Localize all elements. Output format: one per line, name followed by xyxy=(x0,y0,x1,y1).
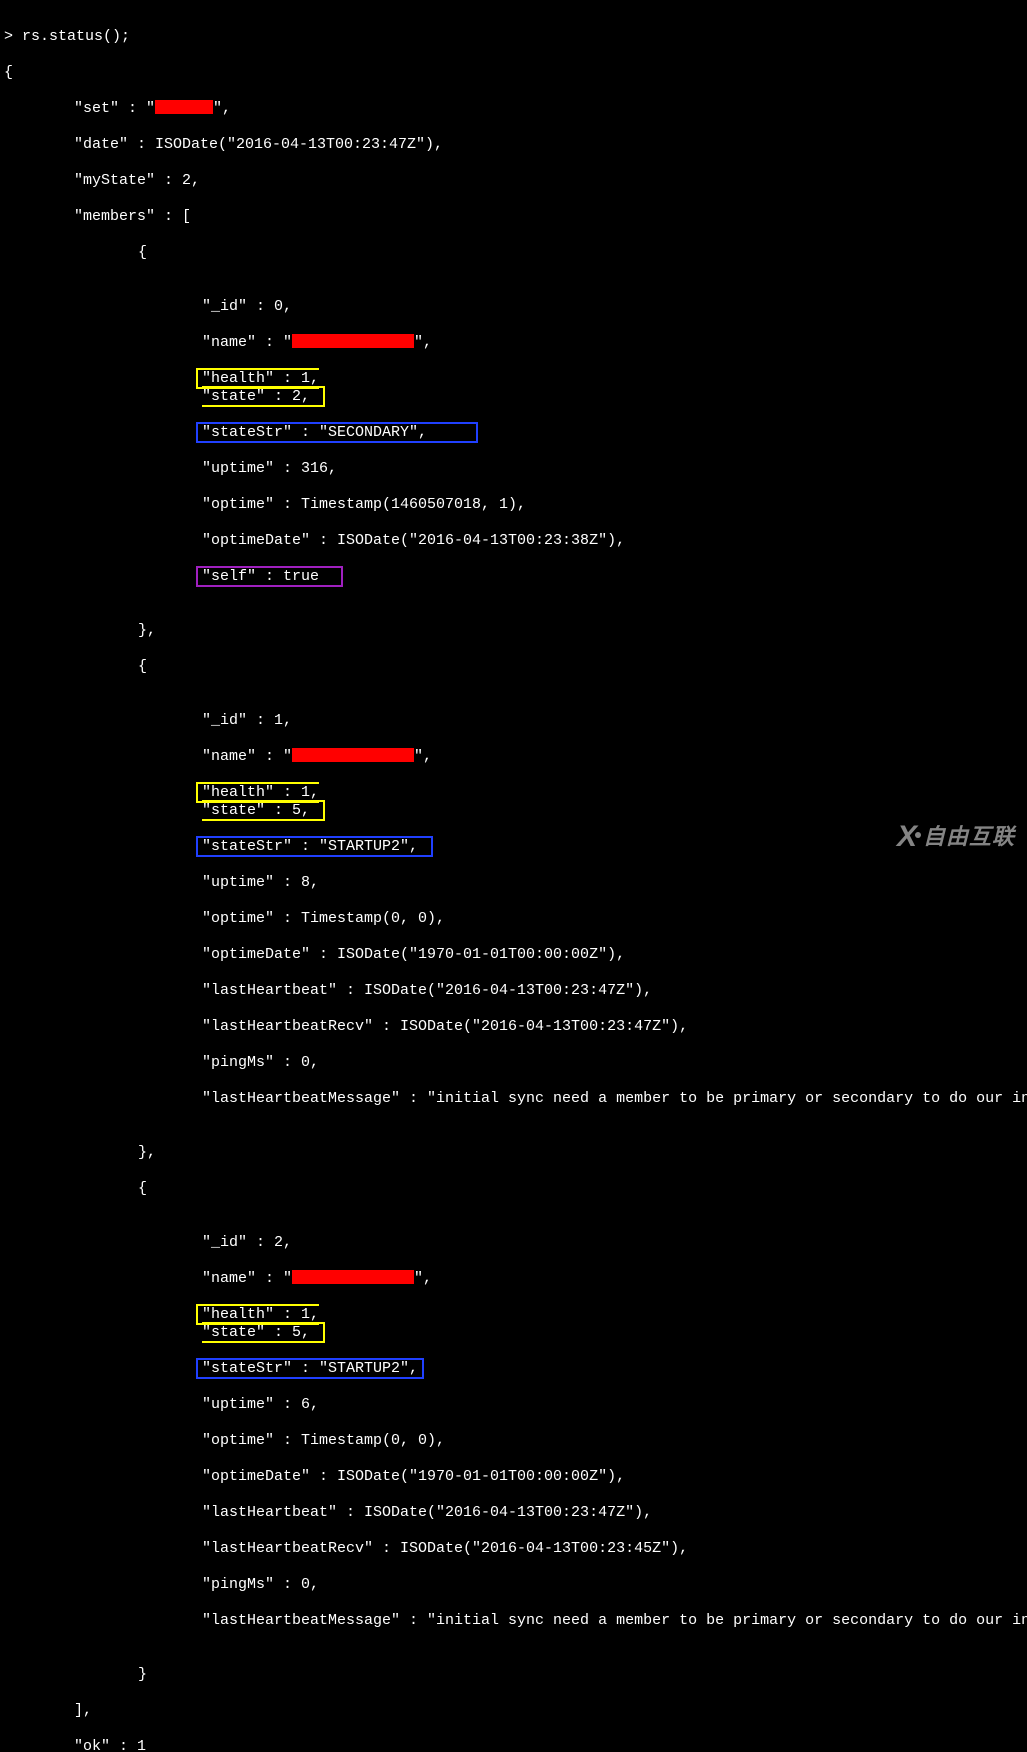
members-open: "members" : [ xyxy=(4,208,1023,226)
m0-optimedate: "optimeDate" : ISODate("2016-04-13T00:23… xyxy=(4,532,1023,550)
highlight-yellow: "health" : 1, "state" : 5, xyxy=(196,1304,325,1343)
m0-id: "_id" : 0, xyxy=(4,298,1023,316)
array-close: ], xyxy=(4,1702,1023,1720)
m2-id: "_id" : 2, xyxy=(4,1234,1023,1252)
highlight-yellow: "health" : 1, "state" : 2, xyxy=(196,368,325,407)
highlight-blue: "stateStr" : "STARTUP2", xyxy=(196,836,433,857)
m1-lastheartbeatrecv: "lastHeartbeatRecv" : ISODate("2016-04-1… xyxy=(4,1018,1023,1036)
m1-uptime: "uptime" : 8, xyxy=(4,874,1023,892)
command-line: > rs.status(); xyxy=(4,28,1023,46)
highlight-blue: "stateStr" : "SECONDARY", xyxy=(196,422,478,443)
m0-uptime: "uptime" : 316, xyxy=(4,460,1023,478)
m1-optime: "optime" : Timestamp(0, 0), xyxy=(4,910,1023,928)
m2-optimedate: "optimeDate" : ISODate("1970-01-01T00:00… xyxy=(4,1468,1023,1486)
m0-name: "name" : "", xyxy=(4,334,1023,352)
m1-pingms: "pingMs" : 0, xyxy=(4,1054,1023,1072)
terminal-output: > rs.status(); { "set" : "", "date" : IS… xyxy=(0,0,1027,1752)
m1-optimedate: "optimeDate" : ISODate("1970-01-01T00:00… xyxy=(4,946,1023,964)
m1-lhbm: "lastHeartbeatMessage" : "initial sync n… xyxy=(4,1090,1023,1108)
member-open: { xyxy=(4,658,1023,676)
set-field: "set" : "", xyxy=(4,100,1023,118)
highlight-purple: "self" : true xyxy=(196,566,343,587)
m2-uptime: "uptime" : 6, xyxy=(4,1396,1023,1414)
date-field: "date" : ISODate("2016-04-13T00:23:47Z")… xyxy=(4,136,1023,154)
redaction xyxy=(155,100,213,114)
member-open: { xyxy=(4,244,1023,262)
m1-id: "_id" : 1, xyxy=(4,712,1023,730)
m2-health-state-box: "health" : 1, "state" : 5, xyxy=(4,1306,1023,1342)
m1-health-state-box: "health" : 1, "state" : 5, xyxy=(4,784,1023,820)
m2-name: "name" : "", xyxy=(4,1270,1023,1288)
m0-statestr-box: "stateStr" : "SECONDARY", xyxy=(4,424,1023,442)
member-open: { xyxy=(4,1180,1023,1198)
m0-health-state-box: "health" : 1, "state" : 2, xyxy=(4,370,1023,406)
m1-statestr-box: "stateStr" : "STARTUP2", xyxy=(4,838,1023,856)
m1-name: "name" : "", xyxy=(4,748,1023,766)
highlight-yellow: "health" : 1, "state" : 5, xyxy=(196,782,325,821)
m2-optime: "optime" : Timestamp(0, 0), xyxy=(4,1432,1023,1450)
m0-self-box: "self" : true xyxy=(4,568,1023,586)
m2-lastheartbeatrecv: "lastHeartbeatRecv" : ISODate("2016-04-1… xyxy=(4,1540,1023,1558)
redaction xyxy=(292,748,414,762)
ok-field: "ok" : 1 xyxy=(4,1738,1023,1752)
m2-pingms: "pingMs" : 0, xyxy=(4,1576,1023,1594)
m1-lastheartbeat: "lastHeartbeat" : ISODate("2016-04-13T00… xyxy=(4,982,1023,1000)
mystate-field: "myState" : 2, xyxy=(4,172,1023,190)
redaction xyxy=(292,1270,414,1284)
m2-lhbm: "lastHeartbeatMessage" : "initial sync n… xyxy=(4,1612,1023,1630)
redaction xyxy=(292,334,414,348)
m2-statestr-box: "stateStr" : "STARTUP2", xyxy=(4,1360,1023,1378)
json-open: { xyxy=(4,64,1023,82)
highlight-blue: "stateStr" : "STARTUP2", xyxy=(196,1358,424,1379)
member-close-last: } xyxy=(4,1666,1023,1684)
m2-lastheartbeat: "lastHeartbeat" : ISODate("2016-04-13T00… xyxy=(4,1504,1023,1522)
member-close: }, xyxy=(4,1144,1023,1162)
member-close: }, xyxy=(4,622,1023,640)
m0-optime: "optime" : Timestamp(1460507018, 1), xyxy=(4,496,1023,514)
